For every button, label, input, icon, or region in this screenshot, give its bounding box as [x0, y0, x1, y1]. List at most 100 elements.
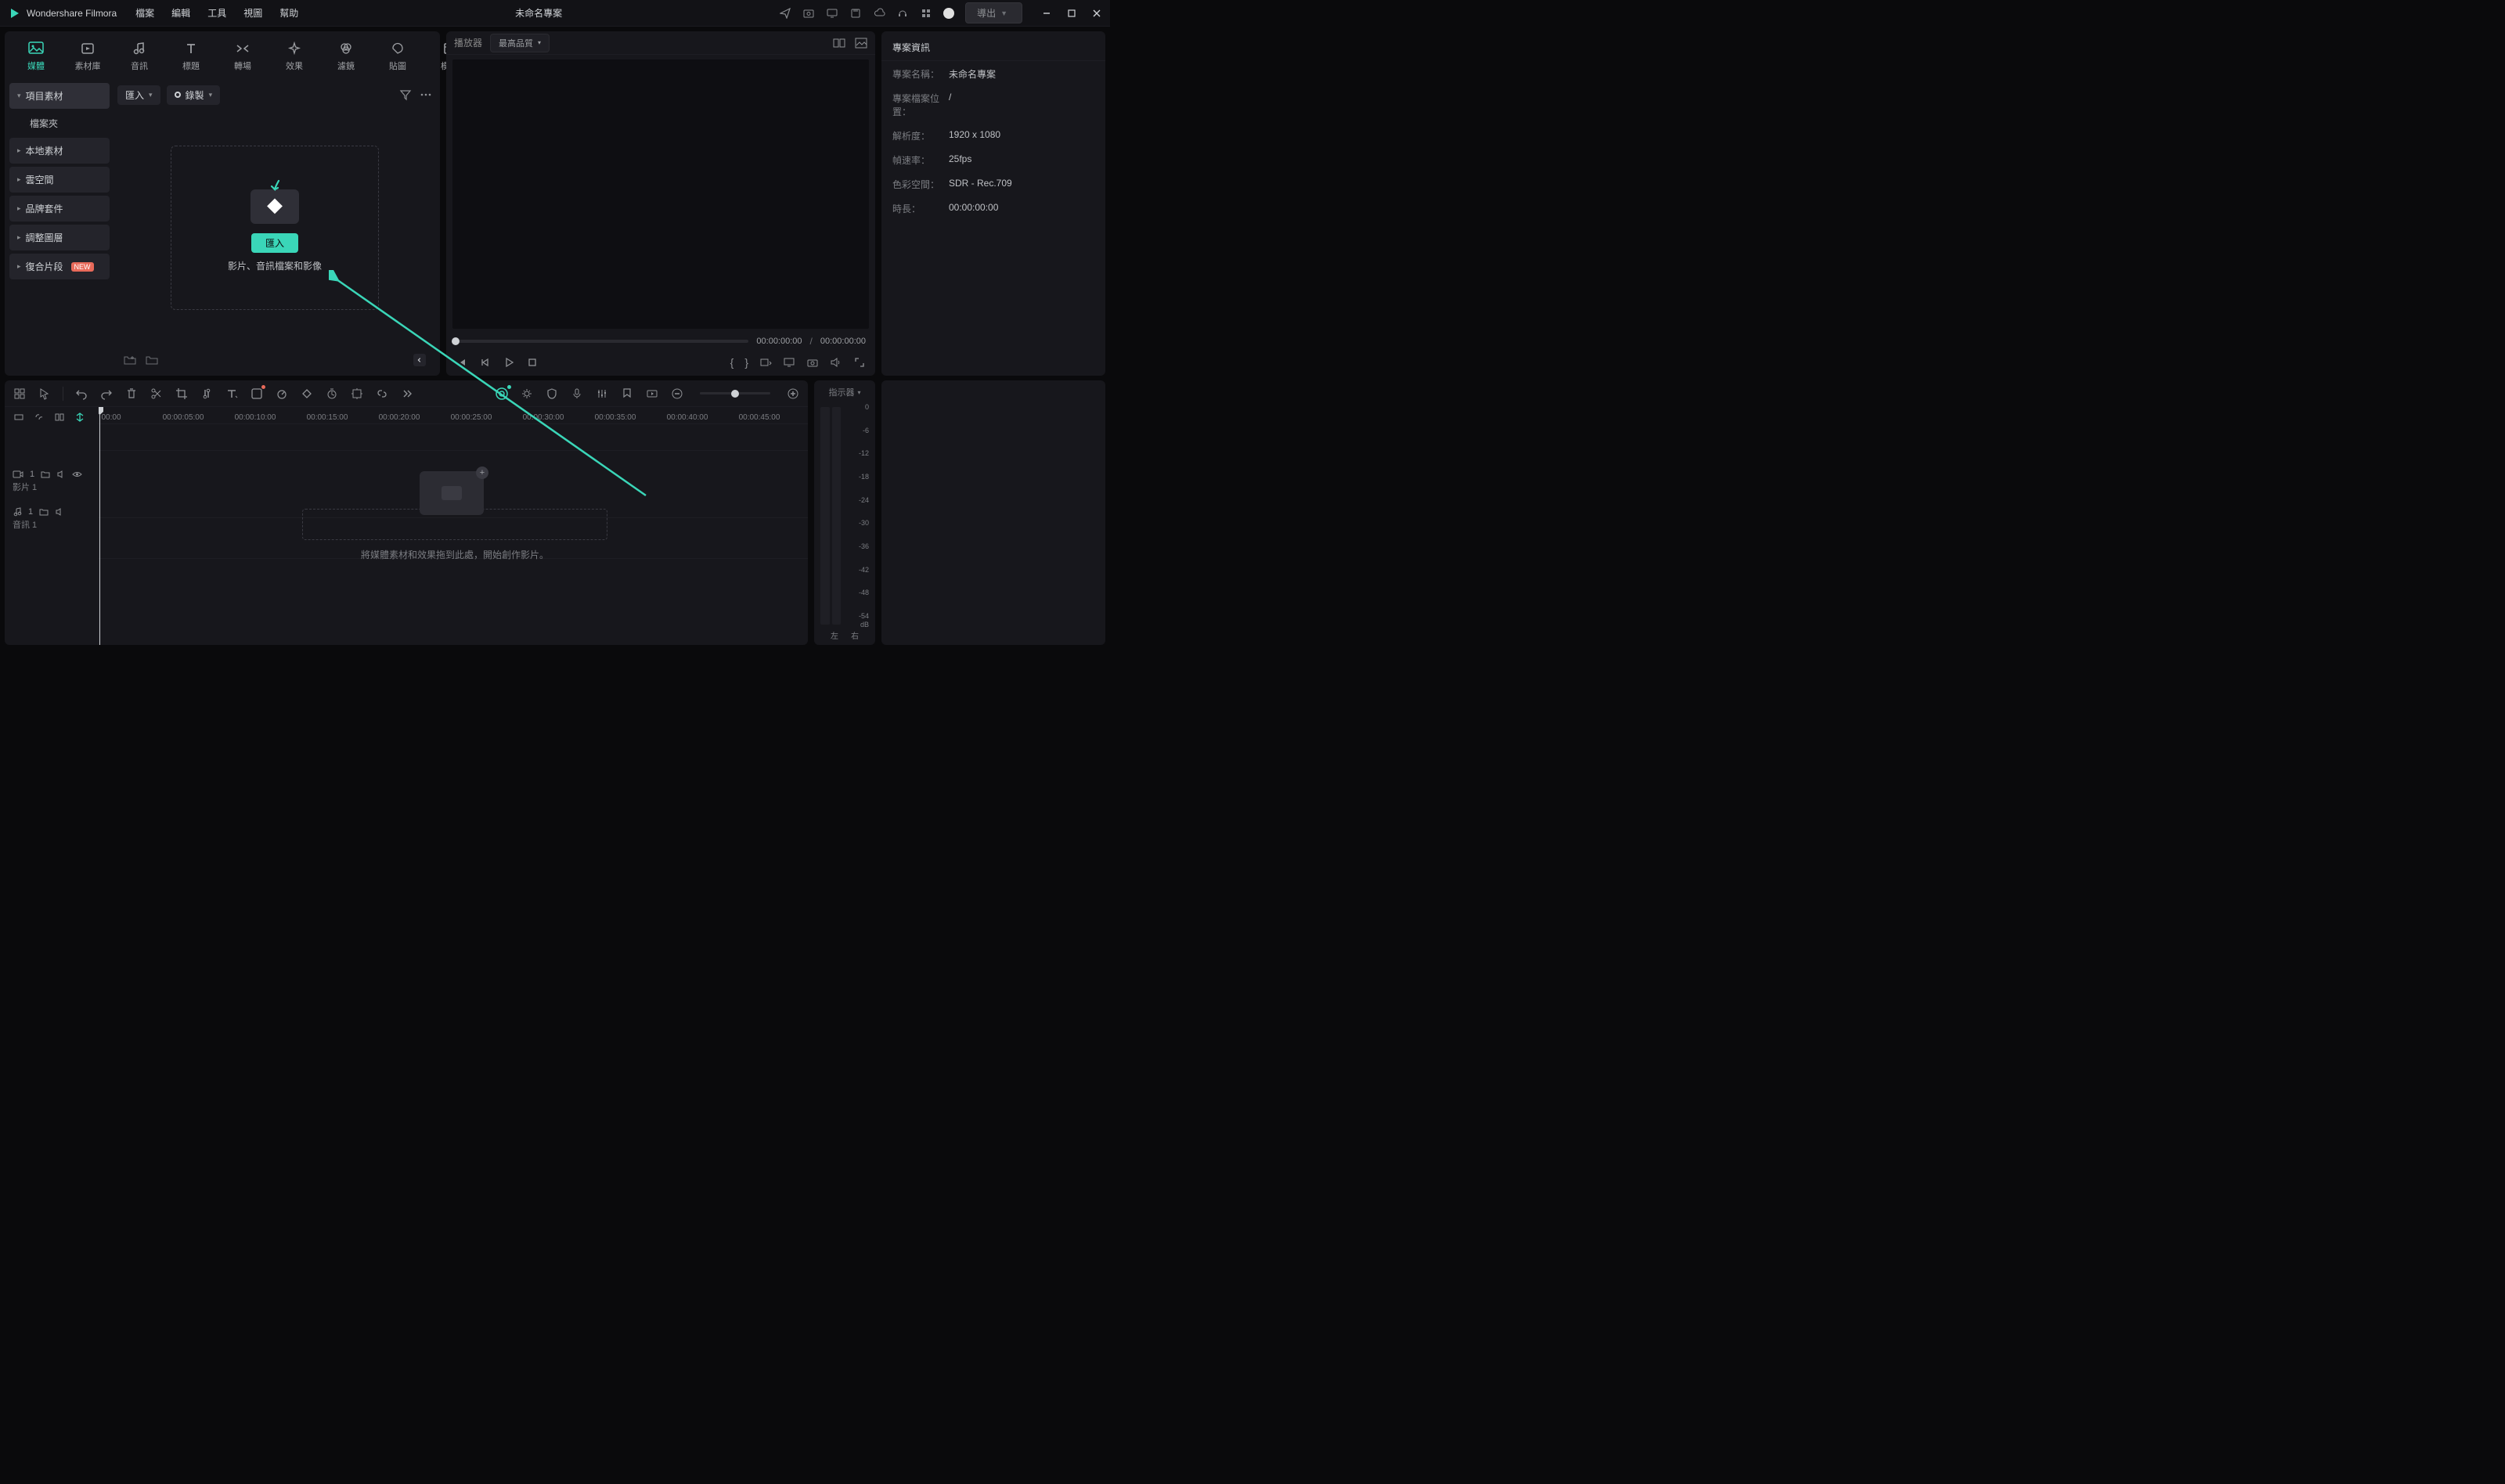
- tab-stock[interactable]: 素材庫: [64, 38, 111, 75]
- menu-help[interactable]: 幫助: [279, 6, 298, 20]
- mic-icon[interactable]: [570, 387, 584, 401]
- shield-icon[interactable]: [545, 387, 559, 401]
- import-drop-zone[interactable]: 匯入 影片、音訊檔案和影像: [171, 146, 379, 310]
- sort-filter-icon[interactable]: [399, 88, 412, 101]
- mute-icon[interactable]: [55, 507, 64, 517]
- save-icon[interactable]: [849, 7, 862, 20]
- crop-icon[interactable]: [175, 387, 189, 401]
- aspect-icon[interactable]: [759, 356, 772, 369]
- minimize-button[interactable]: [1041, 8, 1052, 19]
- meter-title[interactable]: 指示器▾: [814, 380, 875, 404]
- cursor-icon[interactable]: [38, 387, 52, 401]
- side-local-media[interactable]: ▸本地素材: [9, 138, 110, 164]
- collapse-sidebar-icon[interactable]: [413, 354, 426, 366]
- record-dropdown[interactable]: 錄製▾: [167, 85, 221, 105]
- menu-tools[interactable]: 工具: [207, 6, 226, 20]
- side-folder[interactable]: 檔案夾: [9, 112, 110, 135]
- more-tools-icon[interactable]: [400, 387, 414, 401]
- scrub-track[interactable]: [456, 340, 748, 343]
- compare-view-icon[interactable]: [833, 37, 845, 49]
- user-avatar[interactable]: [943, 8, 954, 19]
- link-icon[interactable]: [375, 387, 389, 401]
- picture-icon[interactable]: [855, 37, 867, 49]
- prev-frame-icon[interactable]: [456, 356, 468, 369]
- playhead[interactable]: [99, 407, 100, 645]
- export-button[interactable]: 導出▼: [965, 2, 1022, 23]
- menu-edit[interactable]: 編輯: [171, 6, 190, 20]
- player-viewport[interactable]: [452, 59, 869, 329]
- redo-icon[interactable]: [99, 387, 114, 401]
- split-icon[interactable]: [150, 387, 164, 401]
- undo-icon[interactable]: [74, 387, 88, 401]
- menu-file[interactable]: 檔案: [135, 6, 154, 20]
- fullscreen-monitor-icon[interactable]: [783, 356, 795, 369]
- apps-icon[interactable]: [920, 7, 932, 20]
- tab-filters[interactable]: 濾鏡: [323, 38, 369, 75]
- import-dropdown[interactable]: 匯入▾: [117, 85, 160, 105]
- more-icon[interactable]: [420, 88, 432, 101]
- menu-view[interactable]: 視圖: [243, 6, 262, 20]
- volume-icon[interactable]: [830, 356, 842, 369]
- enhance-icon[interactable]: [520, 387, 534, 401]
- mark-in-icon[interactable]: {: [730, 356, 734, 369]
- side-adjustment-layer[interactable]: ▸調整圖層: [9, 225, 110, 250]
- play-icon[interactable]: [503, 356, 515, 369]
- stop-icon[interactable]: [526, 356, 539, 369]
- track-opt-4-icon[interactable]: [74, 411, 86, 423]
- mute-icon[interactable]: [56, 470, 66, 479]
- timeline-ruler[interactable]: 00:0000:00:05:0000:00:10:0000:00:15:0000…: [99, 407, 808, 424]
- track-opt-1-icon[interactable]: [13, 411, 25, 423]
- side-cloud[interactable]: ▸雲空間: [9, 167, 110, 193]
- tab-transition[interactable]: 轉場: [219, 38, 266, 75]
- ghost-clip-icon: +: [420, 471, 484, 515]
- layout-icon[interactable]: [13, 387, 27, 401]
- zoom-out-icon[interactable]: [670, 387, 684, 401]
- mark-out-icon[interactable]: }: [744, 356, 748, 369]
- zoom-in-icon[interactable]: [786, 387, 800, 401]
- close-button[interactable]: [1091, 8, 1102, 19]
- headset-icon[interactable]: [896, 7, 909, 20]
- info-colorspace-value: SDR - Rec.709: [949, 178, 1012, 191]
- mixer-icon[interactable]: [595, 387, 609, 401]
- audio-edit-icon[interactable]: [200, 387, 214, 401]
- tab-stickers[interactable]: 貼圖: [374, 38, 421, 75]
- speed-icon[interactable]: [275, 387, 289, 401]
- media-panel: 媒體 素材庫 音訊 標題 轉場 效果: [5, 31, 440, 376]
- import-button[interactable]: 匯入: [251, 233, 298, 253]
- track-opt-2-icon[interactable]: [33, 411, 45, 423]
- detect-icon[interactable]: [350, 387, 364, 401]
- render-icon[interactable]: [645, 387, 659, 401]
- zoom-slider[interactable]: [700, 392, 770, 394]
- expand-icon[interactable]: [853, 356, 866, 369]
- tab-title[interactable]: 標題: [168, 38, 214, 75]
- marker-icon[interactable]: [620, 387, 634, 401]
- side-brand-kit[interactable]: ▸品牌套件: [9, 196, 110, 222]
- ai-tool-icon[interactable]: [495, 387, 509, 401]
- timer-icon[interactable]: [325, 387, 339, 401]
- timeline-tracks[interactable]: 00:0000:00:05:0000:00:10:0000:00:15:0000…: [99, 407, 808, 645]
- screenshot-icon[interactable]: [802, 7, 815, 20]
- monitor-icon[interactable]: [826, 7, 838, 20]
- color-tool-icon[interactable]: [250, 387, 264, 401]
- maximize-button[interactable]: [1066, 8, 1077, 19]
- text-tool-icon[interactable]: [225, 387, 239, 401]
- side-compound-clip[interactable]: ▸復合片段NEW: [9, 254, 110, 279]
- tab-media[interactable]: 媒體: [13, 38, 59, 75]
- zoom-thumb[interactable]: [731, 390, 739, 398]
- scrub-head[interactable]: [452, 337, 460, 345]
- send-icon[interactable]: [779, 7, 791, 20]
- tab-effects[interactable]: 效果: [271, 38, 318, 75]
- tab-transition-label: 轉場: [234, 59, 251, 72]
- cloud-icon[interactable]: [873, 7, 885, 20]
- snapshot-icon[interactable]: [806, 356, 819, 369]
- keyframe-icon[interactable]: [300, 387, 314, 401]
- track-opt-3-icon[interactable]: [53, 411, 66, 423]
- playback-quality-select[interactable]: 最高品質▾: [490, 34, 550, 52]
- delete-icon[interactable]: [124, 387, 139, 401]
- folder-icon[interactable]: [146, 354, 158, 366]
- side-project-media[interactable]: ▾項目素材: [9, 83, 110, 109]
- new-folder-icon[interactable]: [124, 354, 136, 366]
- tab-audio[interactable]: 音訊: [116, 38, 163, 75]
- step-back-icon[interactable]: [479, 356, 492, 369]
- eye-icon[interactable]: [72, 470, 82, 479]
